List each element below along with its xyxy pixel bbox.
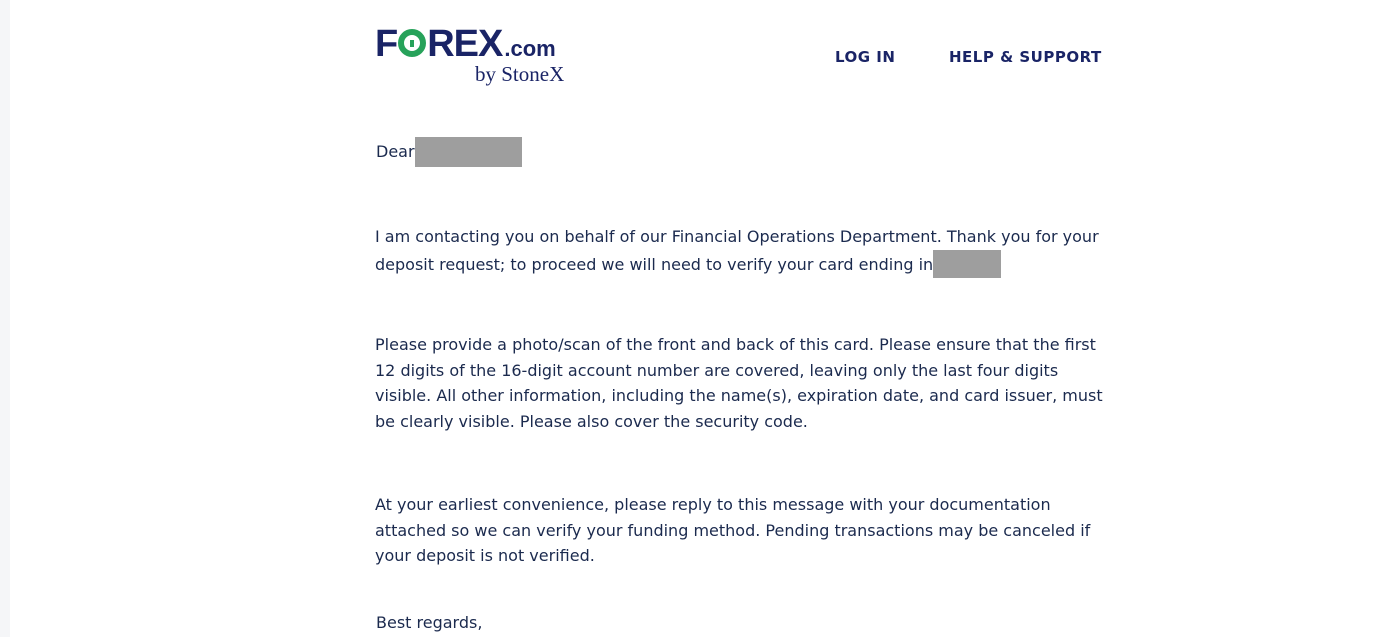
help-support-link[interactable]: HELP & SUPPORT xyxy=(949,48,1102,68)
login-link[interactable]: LOG IN xyxy=(835,48,895,68)
greeting-text: Dear xyxy=(376,142,415,162)
redacted-card-digits xyxy=(933,249,1002,278)
logo-letter-f: F xyxy=(375,23,398,65)
email-body: F REX .com by StoneX LOG IN HELP & SUPPO… xyxy=(375,0,1115,637)
forex-logo[interactable]: F REX .com by StoneX xyxy=(375,24,585,90)
paragraph-card-verification: I am contacting you on behalf of our Fin… xyxy=(375,224,1115,278)
logo-byline: by StoneX xyxy=(475,62,565,86)
logo-suffix: .com xyxy=(504,36,556,61)
redacted-recipient-name xyxy=(414,137,522,167)
paragraph-reply-request: At your earliest convenience, please rep… xyxy=(375,495,1091,565)
logo-letters-rex: REX xyxy=(427,23,503,65)
left-panel-edge xyxy=(0,0,10,637)
greeting-line: Dear xyxy=(376,137,1116,167)
logo-o-coin-icon xyxy=(398,29,427,57)
logo-wordmark: F REX .com xyxy=(375,24,556,64)
signoff: Best regards, xyxy=(376,613,483,632)
paragraph-photo-instructions: Please provide a photo/scan of the front… xyxy=(375,335,1103,431)
